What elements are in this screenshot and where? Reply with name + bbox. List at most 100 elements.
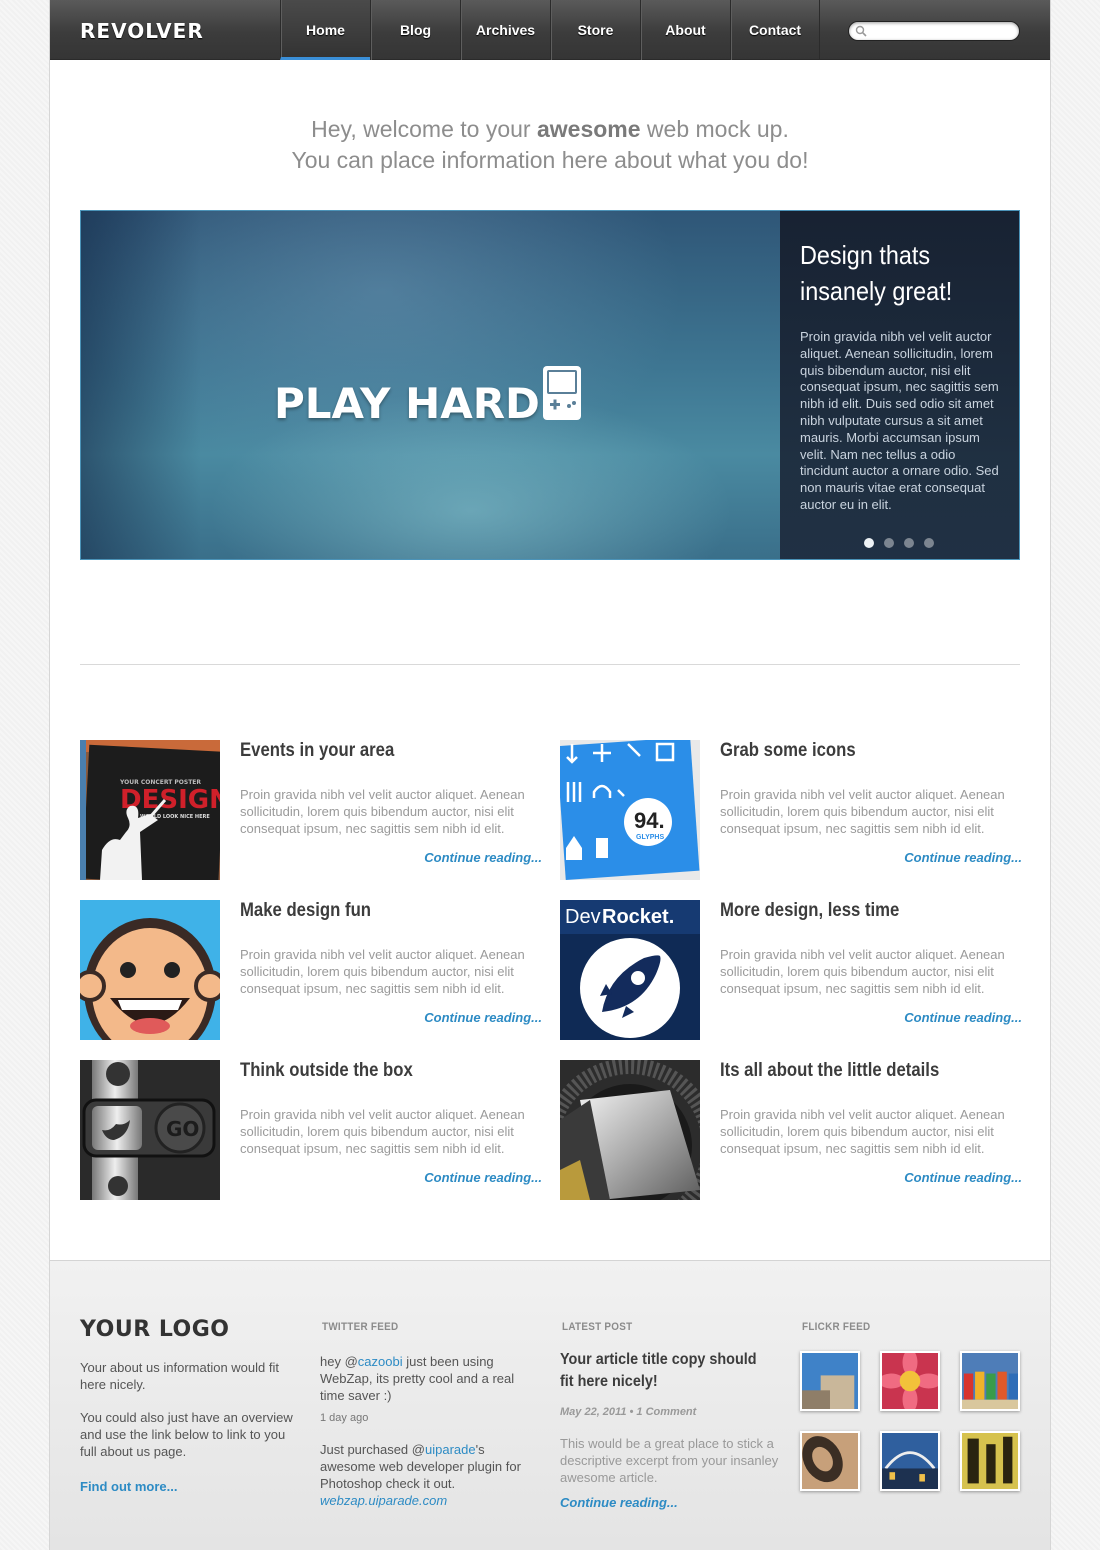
post-thumbnail[interactable]: GO <box>80 1060 220 1200</box>
hero-panel-title-line-2: insanely great! <box>800 276 953 306</box>
slider-dots <box>864 538 934 548</box>
post-title[interactable]: Grab some icons <box>720 740 856 762</box>
latest-post-heading: LATEST POST <box>562 1321 633 1333</box>
post-thumbnail[interactable]: YOUR CONCERT POSTER DESIGN WOULD LOOK NI… <box>80 740 220 880</box>
post-title[interactable]: Think outside the box <box>240 1060 413 1082</box>
post-thumbnail[interactable] <box>560 1060 700 1200</box>
twitter-feed: hey @cazoobi just been using WebZap, its… <box>320 1353 535 1509</box>
share-dial-image: GO <box>80 1060 220 1200</box>
slider-dot-1[interactable] <box>864 538 874 548</box>
hero-headline: PLAY HARD <box>274 379 540 428</box>
concert-poster-image: YOUR CONCERT POSTER DESIGN WOULD LOOK NI… <box>80 740 220 880</box>
find-out-more-link[interactable]: Find out more... <box>80 1479 178 1494</box>
mechanism-image <box>560 1060 700 1200</box>
post-card: YOUR CONCERT POSTER DESIGN WOULD LOOK NI… <box>80 740 542 880</box>
flickr-photo[interactable] <box>880 1351 940 1411</box>
slider-dot-2[interactable] <box>884 538 894 548</box>
hero-slider[interactable]: PLAY HARD Design thats insanely great! P… <box>80 210 1020 560</box>
glyph-label-text: GLYPHS <box>636 834 664 841</box>
post-card: 94. GLYPHS Grab some icons Proin gravida… <box>560 740 1022 880</box>
footer: YOUR LOGO Your about us information woul… <box>50 1260 1050 1550</box>
slider-dot-3[interactable] <box>904 538 914 548</box>
post-card: Dev Rocket. More design, less time Proin… <box>560 900 1022 1040</box>
post-card: GO Think outside the box Proin gravida n… <box>80 1060 542 1200</box>
nav-item-blog[interactable]: Blog <box>370 0 460 60</box>
tweet-timestamp: 1 day ago <box>320 1412 369 1424</box>
nav-item-archives[interactable]: Archives <box>460 0 550 60</box>
post-excerpt: Proin gravida nibh vel velit auctor aliq… <box>720 1107 1005 1156</box>
latest-post-title[interactable]: Your article title copy should fit here … <box>560 1349 758 1393</box>
nav-menu: Home Blog Archives Store About Contact <box>280 0 820 60</box>
continue-reading-link[interactable]: Continue reading... <box>424 1010 542 1025</box>
post-excerpt: Proin gravida nibh vel velit auctor aliq… <box>240 787 525 836</box>
intro-line-2: You can place information here about wha… <box>291 147 809 173</box>
footer-about-text-2: You could also just have an overview and… <box>80 1410 293 1459</box>
flickr-photo[interactable] <box>960 1431 1020 1491</box>
post-excerpt: Proin gravida nibh vel velit auctor aliq… <box>720 947 1005 996</box>
hero-panel-text: Proin gravida nibh vel velit auctor aliq… <box>800 329 999 512</box>
tweet: Just purchased @uiparade's awesome web d… <box>320 1441 535 1492</box>
latest-post-excerpt: This would be a great place to stick a d… <box>560 1436 779 1485</box>
continue-reading-link[interactable]: Continue reading... <box>904 850 1022 865</box>
post-title[interactable]: Make design fun <box>240 900 371 922</box>
continue-reading-link[interactable]: Continue reading... <box>424 850 542 865</box>
site-logo[interactable]: REVOLVER <box>80 19 204 43</box>
section-divider <box>80 664 1020 665</box>
flickr-photo[interactable] <box>960 1351 1020 1411</box>
post-excerpt: Proin gravida nibh vel velit auctor aliq… <box>720 787 1005 836</box>
flickr-photo[interactable] <box>880 1431 940 1491</box>
footer-logo[interactable]: YOUR LOGO <box>80 1317 230 1342</box>
cartoon-face-image <box>80 900 220 1040</box>
post-excerpt: Proin gravida nibh vel velit auctor aliq… <box>240 947 525 996</box>
post-card: Its all about the little details Proin g… <box>560 1060 1022 1200</box>
go-button-text: GO <box>166 1117 199 1141</box>
intro-text: Hey, welcome to your awesome web mock up… <box>50 114 1050 176</box>
post-title[interactable]: Its all about the little details <box>720 1060 939 1082</box>
gameboy-icon <box>543 366 581 420</box>
nav-item-store[interactable]: Store <box>550 0 640 60</box>
hero-shade <box>81 211 201 559</box>
intro-line-1-end: web mock up. <box>640 116 789 142</box>
nav-item-about[interactable]: About <box>640 0 730 60</box>
post-title[interactable]: More design, less time <box>720 900 899 922</box>
post-card: Make design fun Proin gravida nibh vel v… <box>80 900 542 1040</box>
devrocket-text-b: Rocket. <box>602 906 674 928</box>
search-input[interactable] <box>871 24 1011 39</box>
slider-dot-4[interactable] <box>924 538 934 548</box>
search-box <box>848 21 1020 41</box>
post-excerpt: Proin gravida nibh vel velit auctor aliq… <box>240 1107 525 1156</box>
hero-panel: Design thats insanely great! Proin gravi… <box>780 211 1019 559</box>
continue-reading-link[interactable]: Continue reading... <box>904 1010 1022 1025</box>
intro-emphasis: awesome <box>536 116 641 142</box>
icon-set-image: 94. GLYPHS <box>560 740 700 880</box>
continue-reading-link[interactable]: Continue reading... <box>424 1170 542 1185</box>
latest-post-meta: May 22, 2011 • 1 Comment <box>560 1406 697 1418</box>
search-icon <box>855 25 867 37</box>
hero-panel-title-line-1: Design thats <box>800 240 931 270</box>
twitter-handle-link[interactable]: cazoobi <box>358 1354 403 1369</box>
footer-about-text-1: Your about us information would fit here… <box>80 1360 279 1392</box>
flickr-feed-heading: FLICKR FEED <box>802 1321 871 1333</box>
tweet-text: Just purchased @ <box>320 1442 425 1457</box>
post-thumbnail[interactable]: 94. GLYPHS <box>560 740 700 880</box>
glyph-count-text: 94. <box>634 808 665 833</box>
tweet-url-link[interactable]: webzap.uiparade.com <box>320 1492 535 1509</box>
flickr-photo[interactable] <box>800 1351 860 1411</box>
post-title[interactable]: Events in your area <box>240 740 394 762</box>
tweet-text: hey @ <box>320 1354 358 1369</box>
flickr-photo[interactable] <box>800 1431 860 1491</box>
twitter-handle-link[interactable]: uiparade <box>425 1442 476 1457</box>
continue-reading-link[interactable]: Continue reading... <box>904 1170 1022 1185</box>
intro-line-1-start: Hey, welcome to your <box>311 116 537 142</box>
latest-post-continue-link[interactable]: Continue reading... <box>560 1495 678 1510</box>
nav-item-contact[interactable]: Contact <box>730 0 820 60</box>
intro-line-1: Hey, welcome to your awesome web mock up… <box>50 114 1050 145</box>
post-thumbnail[interactable]: Dev Rocket. <box>560 900 700 1040</box>
nav-item-home[interactable]: Home <box>280 0 370 60</box>
post-thumbnail[interactable] <box>80 900 220 1040</box>
page: REVOLVER Home Blog Archives Store About … <box>49 0 1051 1550</box>
hero-panel-title: Design thats insanely great! <box>800 237 1019 309</box>
tweet: hey @cazoobi just been using WebZap, its… <box>320 1353 535 1404</box>
footer-about: Your about us information would fit here… <box>80 1359 300 1460</box>
top-nav: REVOLVER Home Blog Archives Store About … <box>50 0 1050 60</box>
